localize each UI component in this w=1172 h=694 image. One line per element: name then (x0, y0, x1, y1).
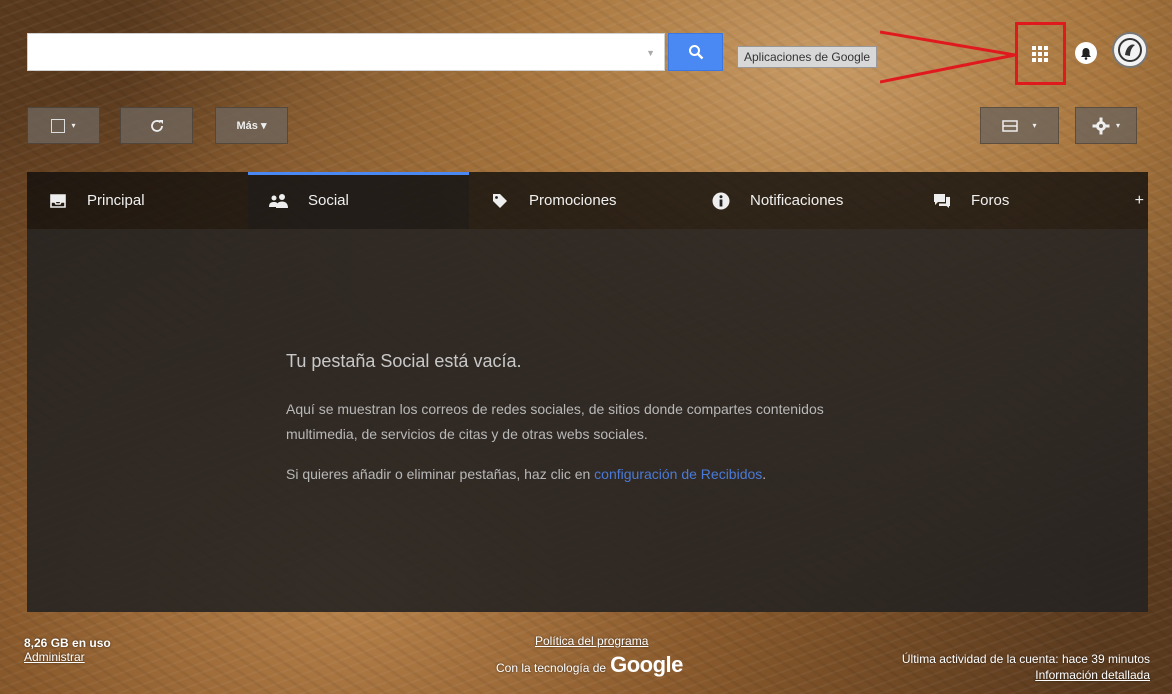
tab-foros[interactable]: Foros (911, 172, 1132, 229)
tag-icon (489, 190, 511, 212)
activity-details-link[interactable]: Información detallada (1035, 668, 1150, 682)
account-avatar[interactable] (1112, 32, 1148, 68)
gear-icon (1092, 117, 1110, 134)
hint-suffix: . (762, 466, 767, 482)
refresh-button[interactable] (120, 107, 193, 144)
chevron-down-icon: ▾ (71, 121, 76, 130)
add-tab-button[interactable]: + (1132, 172, 1148, 229)
storage-usage: 8,26 GB en uso (24, 636, 111, 650)
bell-icon (1081, 47, 1091, 60)
annotation-arrow (880, 30, 1016, 84)
more-button[interactable]: Más ▾ (215, 107, 288, 144)
powered-by: Con la tecnología de Google (496, 652, 683, 678)
display-density-icon (1002, 119, 1019, 132)
search-button[interactable] (668, 33, 723, 71)
tab-social[interactable]: Social (248, 172, 469, 229)
chevron-down-icon: ▾ (1032, 121, 1037, 130)
tab-label: Principal (87, 192, 145, 209)
inbox-settings-link[interactable]: configuración de Recibidos (594, 466, 762, 482)
select-dropdown-button[interactable]: ▾ (27, 107, 100, 144)
google-logo: Google (610, 652, 683, 677)
notifications-button[interactable] (1075, 42, 1097, 64)
search-input[interactable]: ▼ (27, 33, 665, 71)
last-activity-text: Última actividad de la cuenta: hace 39 m… (901, 652, 1150, 666)
search-icon (688, 45, 703, 60)
checkbox-icon (51, 118, 66, 133)
tab-label: Notificaciones (750, 192, 844, 209)
info-icon (710, 190, 732, 212)
tab-promociones[interactable]: Promociones (469, 172, 690, 229)
apps-grid-icon (1032, 46, 1048, 62)
apps-tooltip: Aplicaciones de Google (737, 46, 878, 68)
program-policy-link[interactable]: Política del programa (535, 634, 648, 648)
tab-label: Foros (971, 192, 1010, 209)
hint-prefix: Si quieres añadir o eliminar pestañas, h… (286, 466, 595, 482)
tab-label: Social (308, 192, 349, 209)
tab-principal[interactable]: Principal (27, 172, 248, 229)
chevron-down-icon: ▾ (1115, 121, 1120, 130)
refresh-icon (150, 119, 163, 132)
inbox-icon (47, 190, 69, 212)
manage-storage-link[interactable]: Administrar (24, 650, 85, 664)
category-tabs: Principal Social Promociones Notificacio… (27, 172, 1148, 229)
avatar-image-icon (1118, 38, 1142, 62)
empty-state-hint: Si quieres añadir o eliminar pestañas, h… (286, 466, 766, 482)
more-button-label: Más ▾ (236, 120, 267, 132)
empty-state-title: Tu pestaña Social está vacía. (286, 351, 522, 371)
powered-by-label: Con la tecnología de (496, 661, 607, 675)
density-button[interactable]: ▾ (980, 107, 1059, 144)
settings-button[interactable]: ▾ (1075, 107, 1137, 144)
apps-grid-button[interactable] (1031, 45, 1049, 63)
tab-notificaciones[interactable]: Notificaciones (690, 172, 911, 229)
empty-state-description: Aquí se muestran los correos de redes so… (286, 401, 824, 442)
people-icon (268, 190, 290, 212)
chat-icon (931, 190, 953, 212)
tab-label: Promociones (529, 192, 617, 209)
search-options-caret-icon[interactable]: ▼ (646, 48, 655, 58)
last-activity: Última actividad de la cuenta: hace 39 m… (902, 652, 1150, 684)
